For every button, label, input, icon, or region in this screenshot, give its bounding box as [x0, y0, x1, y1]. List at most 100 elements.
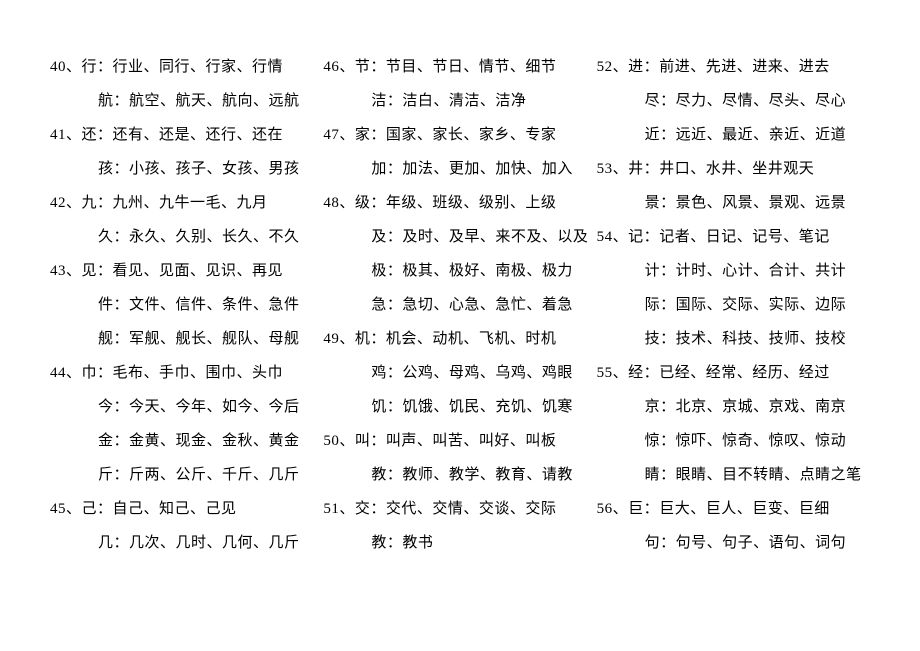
text-line: 56、巨：巨大、巨人、巨变、巨细 [597, 492, 870, 526]
char-label: 计： [645, 263, 676, 279]
word-list: 极其、极好、南极、极力 [402, 263, 573, 279]
text-line: 技：技术、科技、技师、技校 [597, 322, 870, 356]
word-list: 斤两、公斤、千斤、几斤 [129, 467, 300, 483]
word-list: 永久、久别、长久、不久 [129, 229, 300, 245]
column-2: 46、节：节目、节日、情节、细节洁：洁白、清洁、洁净47、家：国家、家长、家乡、… [323, 50, 596, 651]
entry-number: 56、 [597, 492, 629, 526]
char-label: 孩： [98, 161, 129, 177]
text-line: 加：加法、更加、加快、加入 [323, 152, 596, 186]
char-label: 洁： [371, 93, 402, 109]
char-label: 机： [355, 331, 386, 347]
text-line: 京：北京、京城、京戏、南京 [597, 390, 870, 424]
text-line: 今：今天、今年、如今、今后 [50, 390, 323, 424]
word-list: 自己、知己、己见 [113, 501, 237, 517]
text-line: 55、经：已经、经常、经历、经过 [597, 356, 870, 390]
char-label: 近： [645, 127, 676, 143]
word-list: 小孩、孩子、女孩、男孩 [129, 161, 300, 177]
word-list: 饥饿、饥民、充饥、饥寒 [402, 399, 573, 415]
char-label: 还： [82, 127, 113, 143]
char-label: 航： [98, 93, 129, 109]
word-list: 眼睛、目不转睛、点睛之笔 [676, 467, 862, 483]
text-line: 久：永久、久别、长久、不久 [50, 220, 323, 254]
char-label: 景： [645, 195, 676, 211]
char-label: 教： [371, 535, 402, 551]
word-list: 叫声、叫苦、叫好、叫板 [386, 433, 557, 449]
word-list: 及时、及早、来不及、以及 [402, 229, 588, 245]
text-line: 极：极其、极好、南极、极力 [323, 254, 596, 288]
text-line: 斤：斤两、公斤、千斤、几斤 [50, 458, 323, 492]
word-list: 公鸡、母鸡、乌鸡、鸡眼 [402, 365, 573, 381]
char-label: 加： [371, 161, 402, 177]
text-line: 52、进：前进、先进、进来、进去 [597, 50, 870, 84]
text-line: 近：远近、最近、亲近、近道 [597, 118, 870, 152]
text-line: 53、井：井口、水井、坐井观天 [597, 152, 870, 186]
char-label: 金： [98, 433, 129, 449]
word-list: 机会、动机、飞机、时机 [386, 331, 557, 347]
char-label: 饥： [371, 399, 402, 415]
entry-number: 52、 [597, 50, 629, 84]
word-list: 金黄、现金、金秋、黄金 [129, 433, 300, 449]
text-line: 42、九：九州、九牛一毛、九月 [50, 186, 323, 220]
entry-number: 42、 [50, 186, 82, 220]
entry-number: 40、 [50, 50, 82, 84]
char-label: 叫： [355, 433, 386, 449]
word-list: 行业、同行、行家、行情 [113, 59, 284, 75]
word-list: 节目、节日、情节、细节 [386, 59, 557, 75]
text-line: 及：及时、及早、来不及、以及 [323, 220, 596, 254]
text-line: 计：计时、心计、合计、共计 [597, 254, 870, 288]
word-list: 井口、水井、坐井观天 [659, 161, 814, 177]
char-label: 节： [355, 59, 386, 75]
entry-number: 55、 [597, 356, 629, 390]
text-line: 41、还：还有、还是、还行、还在 [50, 118, 323, 152]
text-line: 46、节：节目、节日、情节、细节 [323, 50, 596, 84]
text-line: 44、巾：毛布、手巾、围巾、头巾 [50, 356, 323, 390]
word-list: 看见、见面、见识、再见 [113, 263, 284, 279]
text-line: 尽：尽力、尽情、尽头、尽心 [597, 84, 870, 118]
word-list: 远近、最近、亲近、近道 [676, 127, 847, 143]
entry-number: 53、 [597, 152, 629, 186]
word-list: 航空、航天、航向、远航 [129, 93, 300, 109]
entry-number: 50、 [323, 424, 355, 458]
text-line: 洁：洁白、清洁、洁净 [323, 84, 596, 118]
char-label: 句： [645, 535, 676, 551]
word-list: 文件、信件、条件、急件 [129, 297, 300, 313]
text-line: 47、家：国家、家长、家乡、专家 [323, 118, 596, 152]
text-line: 49、机：机会、动机、飞机、时机 [323, 322, 596, 356]
word-list: 巨大、巨人、巨变、巨细 [659, 501, 830, 517]
word-list: 前进、先进、进来、进去 [659, 59, 830, 75]
word-list: 急切、心急、急忙、着急 [402, 297, 573, 313]
char-label: 经： [628, 365, 659, 381]
char-label: 级： [355, 195, 386, 211]
text-line: 45、己：自己、知己、己见 [50, 492, 323, 526]
char-label: 教： [371, 467, 402, 483]
entry-number: 46、 [323, 50, 355, 84]
text-line: 景：景色、风景、景观、远景 [597, 186, 870, 220]
char-label: 技： [645, 331, 676, 347]
text-line: 惊：惊吓、惊奇、惊叹、惊动 [597, 424, 870, 458]
text-line: 鸡：公鸡、母鸡、乌鸡、鸡眼 [323, 356, 596, 390]
text-line: 54、记：记者、日记、记号、笔记 [597, 220, 870, 254]
char-label: 尽： [645, 93, 676, 109]
word-list: 军舰、舰长、舰队、母舰 [129, 331, 300, 347]
column-1: 40、行：行业、同行、行家、行情航：航空、航天、航向、远航41、还：还有、还是、… [50, 50, 323, 651]
text-line: 航：航空、航天、航向、远航 [50, 84, 323, 118]
word-list: 九州、九牛一毛、九月 [113, 195, 268, 211]
entry-number: 45、 [50, 492, 82, 526]
char-label: 件： [98, 297, 129, 313]
word-list: 年级、班级、级别、上级 [386, 195, 557, 211]
text-line: 40、行：行业、同行、行家、行情 [50, 50, 323, 84]
text-line: 孩：小孩、孩子、女孩、男孩 [50, 152, 323, 186]
word-list: 毛布、手巾、围巾、头巾 [113, 365, 284, 381]
char-label: 巾： [82, 365, 113, 381]
text-line: 饥：饥饿、饥民、充饥、饥寒 [323, 390, 596, 424]
char-label: 惊： [645, 433, 676, 449]
text-line: 50、叫：叫声、叫苦、叫好、叫板 [323, 424, 596, 458]
char-label: 舰： [98, 331, 129, 347]
entry-number: 41、 [50, 118, 82, 152]
column-3: 52、进：前进、先进、进来、进去尽：尽力、尽情、尽头、尽心近：远近、最近、亲近、… [597, 50, 870, 651]
char-label: 进： [628, 59, 659, 75]
entry-number: 48、 [323, 186, 355, 220]
word-list: 加法、更加、加快、加入 [402, 161, 573, 177]
char-label: 交： [355, 501, 386, 517]
word-list: 景色、风景、景观、远景 [676, 195, 847, 211]
